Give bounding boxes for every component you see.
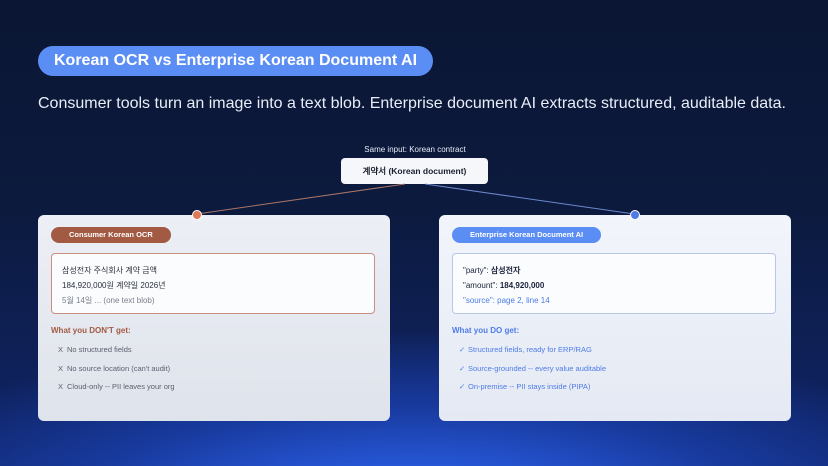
list-item: X Cloud-only -- PII leaves your org	[58, 381, 175, 400]
list-item: X No structured fields	[58, 344, 175, 363]
list-item-label: Cloud-only -- PII leaves your org	[67, 382, 175, 391]
ocr-text-blob: 삼성전자 주식회사 계약 금액 184,920,000원 계약일 2026년 5…	[51, 253, 375, 314]
blob-line: 184,920,000원 계약일 2026년	[62, 281, 166, 290]
check-icon: ✓	[459, 345, 466, 354]
consumer-tag: Consumer Korean OCR	[51, 227, 171, 243]
list-item: ✓ Structured fields, ready for ERP/RAG	[459, 344, 606, 363]
list-item-label: No structured fields	[67, 345, 132, 354]
consumer-connector-dot	[192, 210, 202, 220]
enterprise-benefits-list: ✓ Structured fields, ready for ERP/RAG ✓ S…	[459, 344, 606, 400]
source-key: "source":	[463, 296, 495, 305]
consumer-ocr-panel: Consumer Korean OCR 삼성전자 주식회사 계약 금액 184,…	[38, 210, 390, 421]
x-mark-icon: X	[58, 345, 64, 354]
blob-line: 삼성전자 주식회사 계약 금액	[62, 266, 157, 275]
list-item-label: No source location (can't audit)	[67, 363, 171, 373]
x-mark-icon: X	[58, 363, 64, 373]
consumer-heading: What you DON'T get:	[51, 326, 131, 335]
field-value: 184,920,000	[499, 281, 545, 290]
connector-to-consumer	[196, 183, 406, 215]
list-item-label: Structured fields, ready for ERP/RAG	[468, 345, 592, 354]
list-item-label: On-premise -- PII stays inside (PIPA)	[468, 382, 591, 391]
field-key: "amount":	[463, 281, 498, 290]
enterprise-heading: What you DO get:	[452, 326, 520, 335]
blob-line: 5월 14일 ... (one text blob)	[62, 296, 155, 305]
check-icon: ✓	[459, 363, 466, 373]
consumer-missing-list: X No structured fields X No source locatio…	[58, 344, 175, 400]
list-item: ✓ On-premise -- PII stays inside (PIPA)	[459, 381, 606, 400]
field-value: 삼성전자	[490, 266, 521, 275]
source-row: "source": page 2, line 14	[463, 293, 765, 308]
structured-output: "party": 삼성전자 "amount": 184,920,000 "sou…	[452, 253, 776, 314]
enterprise-tag: Enterprise Korean Document AI	[452, 227, 602, 243]
list-item: X No source location (can't audit)	[58, 363, 175, 382]
connector-to-enterprise	[424, 183, 635, 215]
source-value: page 2, line 14	[497, 296, 550, 305]
field-key: "party":	[463, 266, 489, 275]
field-row: "party": 삼성전자	[463, 263, 765, 278]
check-icon: ✓	[459, 382, 466, 391]
list-item: ✓ Source-grounded -- every value auditabl…	[459, 363, 606, 382]
field-row: "amount": 184,920,000	[463, 278, 765, 293]
list-item-label: Source-grounded -- every value auditable	[468, 363, 606, 373]
enterprise-ai-panel: Enterprise Korean Document AI "party": 삼…	[439, 210, 791, 421]
x-mark-icon: X	[58, 382, 64, 391]
enterprise-connector-dot	[630, 210, 640, 220]
